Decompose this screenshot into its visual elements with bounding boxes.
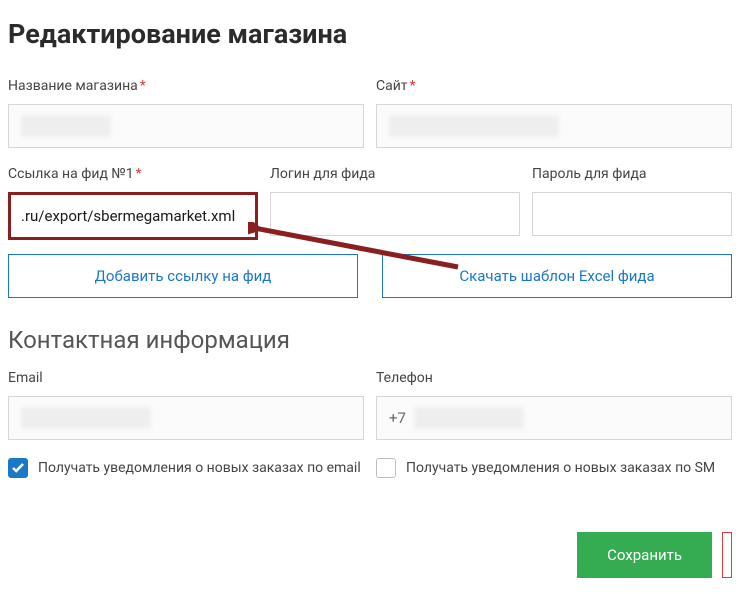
site-label: Сайт* [376, 78, 732, 94]
notify-email-checkbox[interactable] [8, 458, 28, 478]
feed-login-label: Логин для фида [270, 166, 520, 182]
page-title: Редактирование магазина [8, 18, 732, 50]
notify-sms-label: Получать уведомления о новых заказах по … [406, 460, 715, 476]
phone-input[interactable]: +7 [376, 396, 732, 440]
save-button[interactable]: Сохранить [577, 532, 712, 578]
site-input[interactable] [376, 104, 732, 148]
email-label: Email [8, 370, 364, 386]
feed-login-input[interactable] [270, 192, 520, 236]
notify-email-label: Получать уведомления о новых заказах по … [38, 460, 361, 476]
feed-password-input[interactable] [532, 192, 732, 236]
feed-url-label: Ссылка на фид №1* [8, 166, 258, 182]
feed-url-input[interactable]: .ru/export/sbermegamarket.xml [8, 192, 258, 240]
store-name-label: Название магазина* [8, 78, 364, 94]
download-template-button[interactable]: Скачать шаблон Excel фида [382, 254, 732, 298]
feed-password-label: Пароль для фида [532, 166, 732, 182]
notify-sms-checkbox[interactable] [376, 458, 396, 478]
add-feed-button[interactable]: Добавить ссылку на фид [8, 254, 358, 298]
phone-label: Телефон [376, 370, 732, 386]
secondary-action-button[interactable] [722, 532, 732, 578]
store-name-input[interactable] [8, 104, 364, 148]
check-icon [12, 463, 24, 473]
contact-heading: Контактная информация [8, 326, 732, 354]
email-input[interactable] [8, 396, 364, 440]
